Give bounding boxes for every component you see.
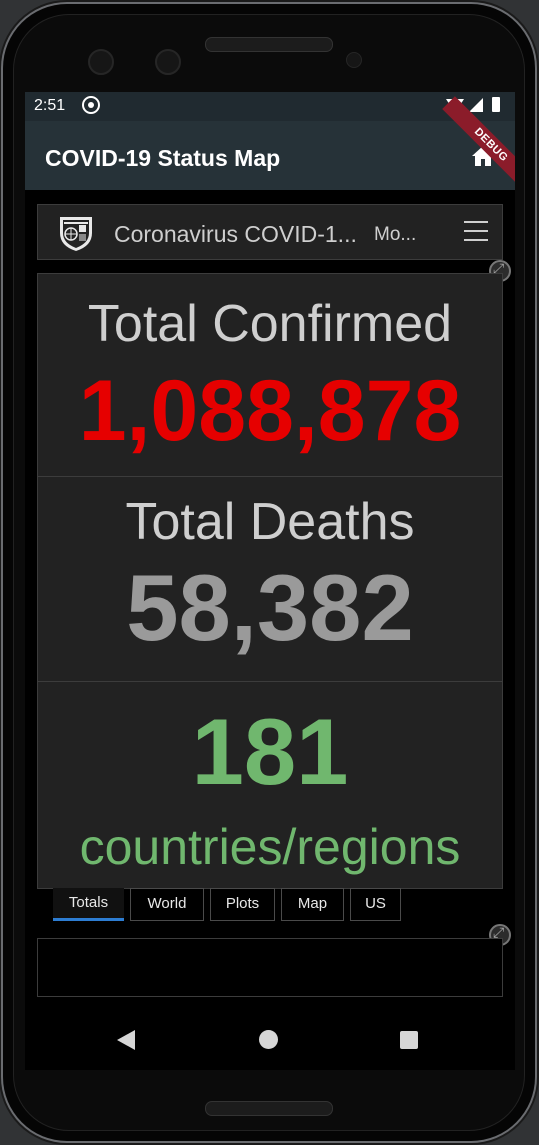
countries-value: 181 — [38, 698, 502, 806]
deaths-value: 58,382 — [38, 554, 502, 662]
deaths-label: Total Deaths — [38, 492, 502, 552]
confirmed-value: 1,088,878 — [38, 362, 502, 461]
dashboard-webview[interactable]: Coronavirus COVID-1... Mo... Total Confi… — [25, 190, 515, 1070]
home-nav-icon[interactable] — [259, 1030, 278, 1049]
dashboard-header: Coronavirus COVID-1... Mo... — [37, 204, 503, 260]
app-bar: COVID-19 Status Map DEBUG — [25, 96, 515, 194]
status-time: 2:51 — [34, 97, 66, 114]
app-title: COVID-19 Status Map — [45, 145, 281, 171]
divider — [38, 681, 502, 682]
countries-value-text: 181 — [191, 699, 349, 804]
signal-icon — [469, 98, 483, 112]
front-sensor-icon — [155, 49, 181, 75]
deaths-value-text: 58,382 — [126, 555, 414, 660]
university-shield-logo — [60, 217, 92, 251]
system-nav-bar — [25, 1010, 515, 1070]
dashboard-title: Coronavirus COVID-1... — [114, 221, 357, 247]
confirmed-label-text: Total Confirmed — [87, 295, 453, 353]
dashboard-more-link[interactable]: Mo... — [374, 224, 416, 246]
proximity-sensor-icon — [346, 52, 362, 68]
bottom-speaker — [205, 1101, 333, 1116]
battery-icon — [492, 97, 500, 112]
sync-icon — [82, 96, 100, 114]
confirmed-label: Total Confirmed — [38, 294, 502, 354]
tab-us[interactable]: US — [350, 888, 401, 921]
recent-apps-icon[interactable] — [400, 1031, 418, 1049]
totals-panel: Total Confirmed 1,088,878 Total Deaths 5… — [37, 273, 503, 889]
tab-world[interactable]: World — [130, 888, 204, 921]
tab-plots[interactable]: Plots — [210, 888, 275, 921]
countries-label: countries/regions — [38, 818, 502, 876]
tab-map[interactable]: Map — [281, 888, 344, 921]
earpiece-speaker — [205, 37, 333, 52]
confirmed-value-text: 1,088,878 — [78, 363, 462, 459]
front-camera-icon — [88, 49, 114, 75]
back-icon[interactable] — [117, 1030, 135, 1050]
deaths-label-text: Total Deaths — [125, 493, 415, 551]
tab-totals[interactable]: Totals — [53, 888, 124, 921]
hamburger-menu-icon[interactable] — [464, 221, 488, 241]
device-screen: 2:51 COVID-19 Status Map DEBUG Coronavir… — [25, 92, 515, 1070]
lower-panel — [37, 938, 503, 997]
status-bar: 2:51 — [25, 92, 515, 121]
divider — [38, 476, 502, 477]
countries-label-text: countries/regions — [79, 819, 461, 875]
